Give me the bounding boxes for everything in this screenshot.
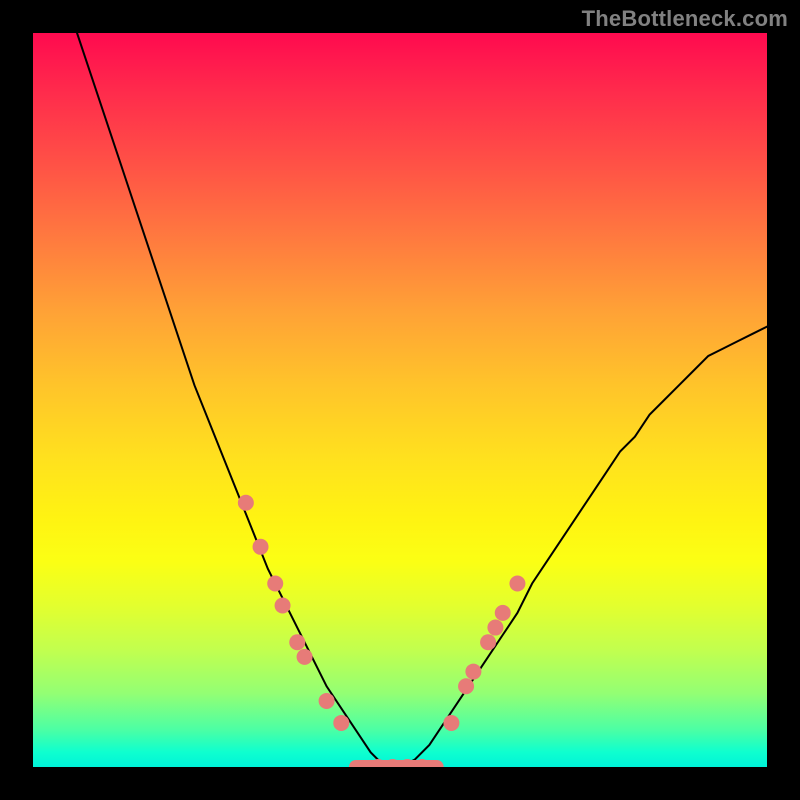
marker-dot — [238, 495, 254, 511]
marker-dot — [319, 693, 335, 709]
chart-svg — [33, 33, 767, 767]
marker-dot — [333, 715, 349, 731]
marker-dot — [297, 649, 313, 665]
marker-dot — [443, 715, 459, 731]
marker-dot — [289, 634, 305, 650]
watermark-text: TheBottleneck.com — [582, 6, 788, 32]
marker-dot — [487, 620, 503, 636]
marker-dot — [509, 576, 525, 592]
marker-dot — [253, 539, 269, 555]
chart-plot-area — [33, 33, 767, 767]
marker-dot — [275, 598, 291, 614]
marker-dot — [480, 634, 496, 650]
marker-dot — [465, 664, 481, 680]
marker-dot — [495, 605, 511, 621]
bottleneck-curve — [77, 33, 767, 767]
marker-dot — [267, 576, 283, 592]
marker-dot — [458, 678, 474, 694]
